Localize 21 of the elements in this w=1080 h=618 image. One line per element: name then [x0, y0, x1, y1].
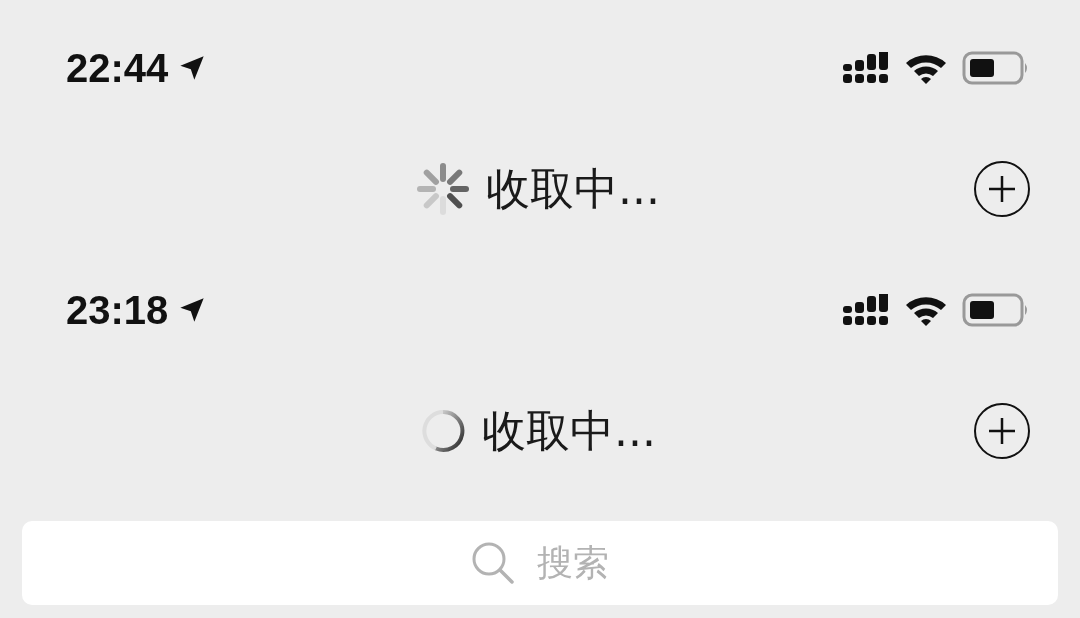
signal-icon [842, 52, 890, 84]
location-arrow-icon [178, 296, 207, 324]
search-placeholder: 搜索 [537, 540, 609, 585]
battery-icon [962, 51, 1030, 85]
search-field[interactable]: 搜索 [22, 521, 1058, 605]
battery-icon [962, 293, 1030, 327]
plus-icon [987, 416, 1017, 446]
wifi-icon [904, 52, 948, 84]
add-button[interactable] [974, 161, 1030, 217]
loading-spinner-icon [416, 162, 470, 216]
location-arrow-icon [178, 54, 207, 82]
plus-icon [987, 174, 1017, 204]
signal-icon [842, 294, 890, 326]
status-time: 22:44 [66, 45, 169, 91]
wifi-icon [904, 294, 948, 326]
loading-spinner-icon [420, 408, 466, 454]
add-button[interactable] [974, 403, 1030, 459]
header-title: 收取中... [486, 161, 660, 216]
search-icon [471, 541, 515, 585]
status-time: 23:18 [66, 287, 169, 333]
header-title: 收取中... [482, 403, 656, 458]
